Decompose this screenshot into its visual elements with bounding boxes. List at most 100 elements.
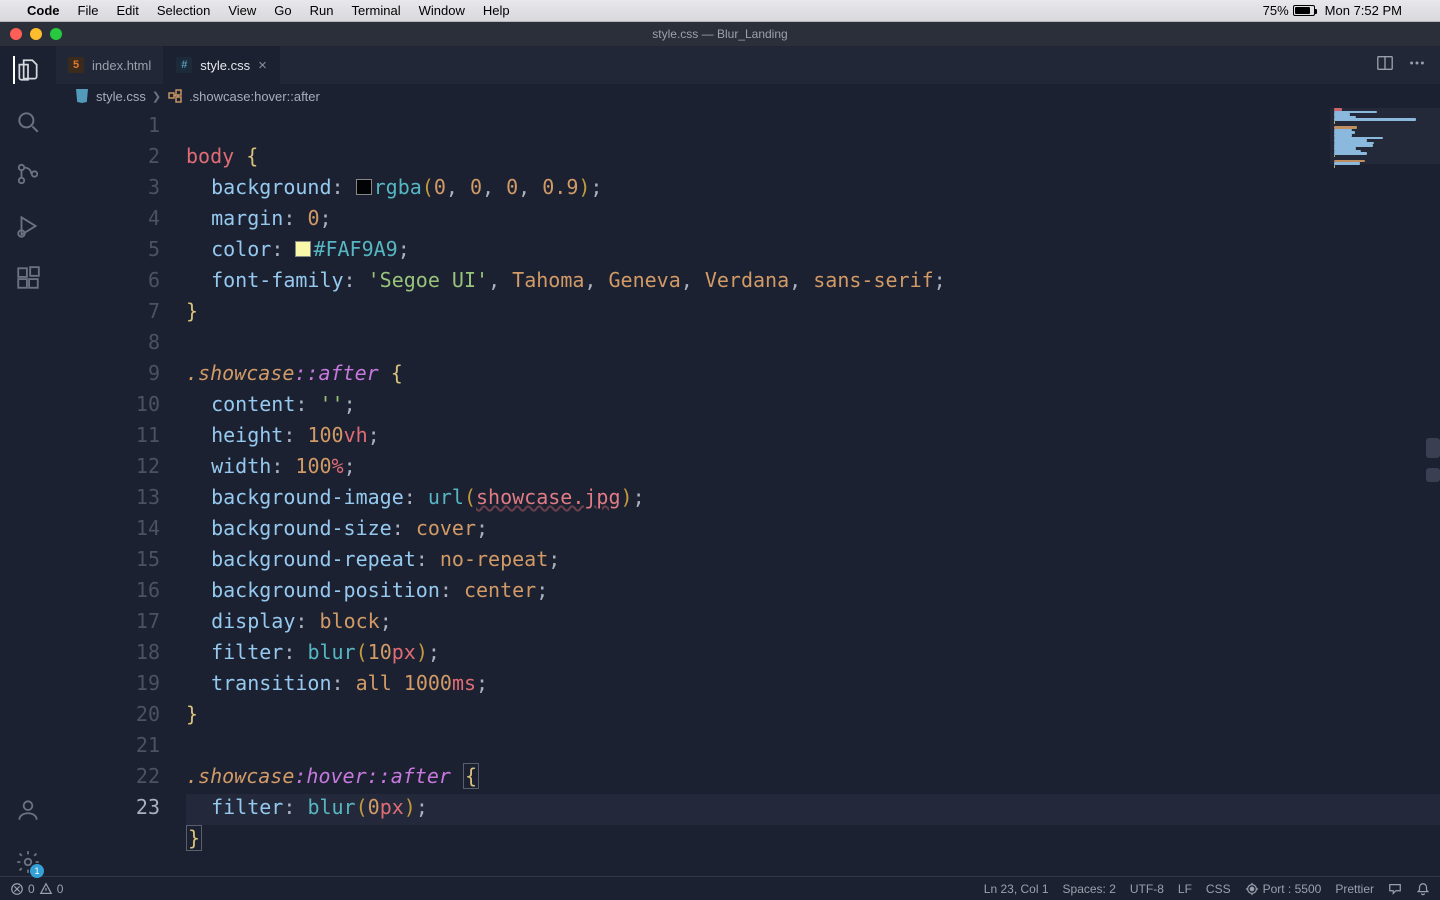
traffic-lights (0, 28, 62, 40)
close-window-icon[interactable] (10, 28, 22, 40)
code-line[interactable]: transition: all 1000ms; (186, 668, 1440, 699)
code-line[interactable]: .showcase:hover::after { (186, 761, 1440, 792)
menu-app[interactable]: Code (18, 3, 69, 18)
code-line[interactable]: body { (186, 141, 1440, 172)
split-editor-icon[interactable] (1376, 54, 1394, 77)
menu-view[interactable]: View (219, 3, 265, 18)
activity-bar: 1 (0, 46, 56, 876)
breadcrumb-file[interactable]: style.css (96, 89, 146, 104)
code-line[interactable]: } (186, 823, 1440, 854)
cursor-position[interactable]: Ln 23, Col 1 (984, 882, 1049, 896)
code-editor[interactable]: 1234567891011121314151617181920212223 bo… (56, 108, 1440, 876)
line-number-gutter[interactable]: 1234567891011121314151617181920212223 (56, 108, 186, 876)
line-number: 9 (56, 358, 160, 389)
run-debug-icon[interactable] (14, 212, 42, 240)
tab-index-html[interactable]: 5 index.html (56, 46, 164, 84)
clock-text[interactable]: Mon 7:52 PM (1325, 3, 1402, 18)
explorer-icon[interactable] (13, 56, 41, 84)
menu-edit[interactable]: Edit (107, 3, 147, 18)
line-number: 6 (56, 265, 160, 296)
source-control-icon[interactable] (14, 160, 42, 188)
code-line[interactable]: background: rgba(0, 0, 0, 0.9); (186, 172, 1440, 203)
battery-pct: 75% (1263, 3, 1289, 18)
settings-icon[interactable]: 1 (14, 848, 42, 876)
warning-count: 0 (57, 882, 64, 896)
indentation[interactable]: Spaces: 2 (1063, 882, 1116, 896)
html-file-icon: 5 (68, 57, 84, 73)
encoding[interactable]: UTF-8 (1130, 882, 1164, 896)
code-line[interactable]: filter: blur(10px); (186, 637, 1440, 668)
code-line[interactable]: background-size: cover; (186, 513, 1440, 544)
search-icon[interactable] (14, 108, 42, 136)
line-number: 4 (56, 203, 160, 234)
code-line[interactable]: } (186, 699, 1440, 730)
line-number: 2 (56, 141, 160, 172)
tab-style-css[interactable]: # style.css × (164, 46, 280, 84)
line-number: 3 (56, 172, 160, 203)
menu-run[interactable]: Run (301, 3, 343, 18)
window-titlebar: style.css — Blur_Landing (0, 22, 1440, 46)
close-tab-icon[interactable]: × (258, 57, 267, 74)
accounts-icon[interactable] (14, 796, 42, 824)
status-bar: 0 0 Ln 23, Col 1 Spaces: 2 UTF-8 LF CSS … (0, 876, 1440, 900)
css-file-icon: # (176, 57, 192, 73)
code-line[interactable]: content: ''; (186, 389, 1440, 420)
css-file-icon (74, 88, 90, 104)
line-number: 18 (56, 637, 160, 668)
problems-indicator[interactable]: 0 0 (10, 882, 63, 896)
code-line[interactable]: height: 100vh; (186, 420, 1440, 451)
line-number: 12 (56, 451, 160, 482)
code-line[interactable]: width: 100%; (186, 451, 1440, 482)
menu-go[interactable]: Go (265, 3, 300, 18)
line-number: 19 (56, 668, 160, 699)
breadcrumbs[interactable]: style.css ❯ .showcase:hover::after (56, 84, 1440, 108)
formatter[interactable]: Prettier (1335, 882, 1374, 896)
settings-badge: 1 (30, 864, 44, 878)
code-line[interactable] (186, 327, 1440, 358)
line-number: 11 (56, 420, 160, 451)
code-line[interactable]: filter: blur(0px); (186, 792, 1440, 823)
menu-window[interactable]: Window (410, 3, 474, 18)
fullscreen-window-icon[interactable] (50, 28, 62, 40)
more-actions-icon[interactable] (1408, 54, 1426, 77)
port-text: Port : 5500 (1263, 882, 1322, 896)
line-number: 21 (56, 730, 160, 761)
breadcrumb-symbol[interactable]: .showcase:hover::after (189, 89, 320, 104)
eol[interactable]: LF (1178, 882, 1192, 896)
line-number: 23 (56, 792, 160, 823)
window-title: style.css — Blur_Landing (652, 27, 787, 41)
code-line[interactable]: } (186, 296, 1440, 327)
extensions-icon[interactable] (14, 264, 42, 292)
menu-selection[interactable]: Selection (148, 3, 219, 18)
vscode-body: 1 5 index.html # style.css × (0, 46, 1440, 876)
battery-indicator[interactable]: 75% (1263, 3, 1315, 18)
error-count: 0 (28, 882, 35, 896)
line-number: 1 (56, 110, 160, 141)
code-line[interactable]: .showcase::after { (186, 358, 1440, 389)
line-number: 10 (56, 389, 160, 420)
editor-group: 5 index.html # style.css × sty (56, 46, 1440, 876)
code-line[interactable]: margin: 0; (186, 203, 1440, 234)
menu-terminal[interactable]: Terminal (343, 3, 410, 18)
chevron-right-icon: ❯ (152, 90, 161, 103)
menu-help[interactable]: Help (474, 3, 519, 18)
line-number: 20 (56, 699, 160, 730)
line-number: 16 (56, 575, 160, 606)
code-line[interactable] (186, 730, 1440, 761)
line-number: 17 (56, 606, 160, 637)
line-number: 7 (56, 296, 160, 327)
live-server-port[interactable]: Port : 5500 (1245, 882, 1322, 896)
code-line[interactable]: background-repeat: no-repeat; (186, 544, 1440, 575)
code-line[interactable]: font-family: 'Segoe UI', Tahoma, Geneva,… (186, 265, 1440, 296)
minimize-window-icon[interactable] (30, 28, 42, 40)
code-line[interactable]: background-image: url(showcase.jpg); (186, 482, 1440, 513)
tab-label: index.html (92, 58, 151, 73)
code-line[interactable]: color: #FAF9A9; (186, 234, 1440, 265)
bell-icon[interactable] (1416, 882, 1430, 896)
language-mode[interactable]: CSS (1206, 882, 1231, 896)
code-line[interactable]: background-position: center; (186, 575, 1440, 606)
menu-file[interactable]: File (69, 3, 108, 18)
feedback-icon[interactable] (1388, 882, 1402, 896)
code-area[interactable]: body { background: rgba(0, 0, 0, 0.9); m… (186, 108, 1440, 876)
code-line[interactable]: display: block; (186, 606, 1440, 637)
